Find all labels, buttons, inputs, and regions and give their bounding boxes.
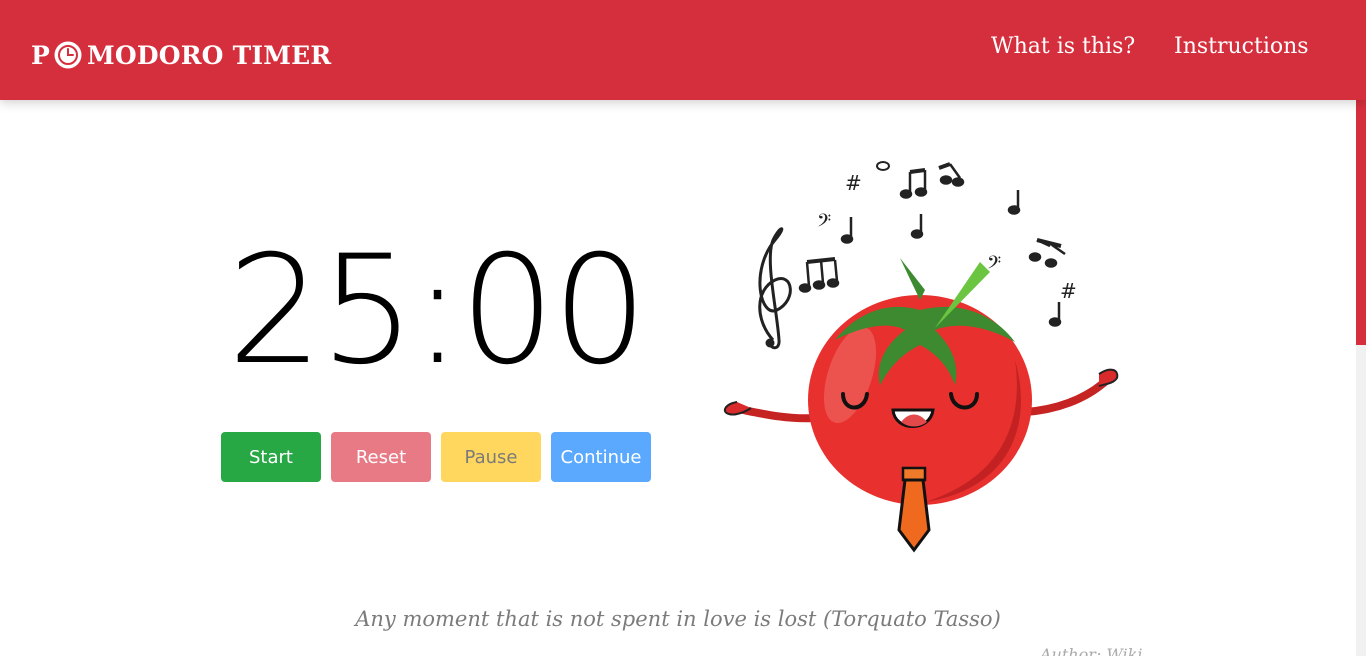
- svg-text:𝄢: 𝄢: [987, 253, 1001, 278]
- continue-button[interactable]: Continue: [551, 432, 651, 482]
- reset-button[interactable]: Reset: [331, 432, 431, 482]
- svg-text:#: #: [845, 171, 862, 195]
- nav-link-instructions[interactable]: Instructions: [1174, 34, 1309, 59]
- pause-button[interactable]: Pause: [441, 432, 541, 482]
- quote-text: Any moment that is not spent in love is …: [355, 607, 1001, 631]
- scrollbar-thumb[interactable]: [1356, 100, 1366, 345]
- nav-link-what-is-this[interactable]: What is this?: [991, 34, 1135, 59]
- navbar: P MODORO TIMER What is this? Instruction…: [0, 0, 1366, 100]
- timer-display: 25:00: [227, 224, 647, 398]
- brand-prefix: P: [31, 40, 50, 70]
- svg-text:#: #: [1060, 279, 1077, 303]
- brand-suffix: MODORO TIMER: [87, 40, 332, 70]
- svg-text:𝄢: 𝄢: [817, 211, 831, 236]
- clock-icon: [54, 41, 82, 69]
- singing-tomato-illustration: # # 𝄢 𝄢: [723, 161, 1119, 553]
- quote-author: Author: Wiki: [1040, 645, 1143, 656]
- brand-logo[interactable]: P MODORO TIMER: [31, 37, 331, 73]
- start-button[interactable]: Start: [221, 432, 321, 482]
